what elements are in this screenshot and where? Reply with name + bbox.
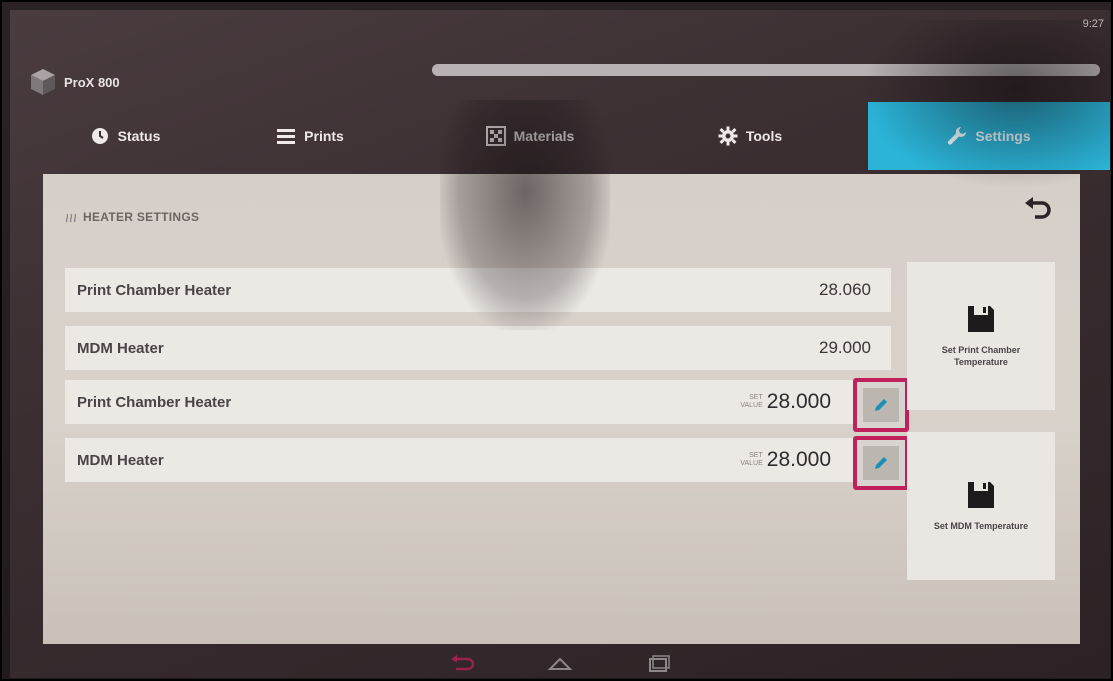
tab-settings[interactable]: Settings [868, 102, 1110, 170]
list-icon [277, 129, 296, 144]
setpoint-value-group: SET VALUE 28.000 [740, 448, 831, 472]
tab-label: Materials [513, 128, 575, 144]
system-status-bar: 9:27 [1083, 18, 1104, 30]
pencil-icon [875, 399, 887, 411]
wrench-icon [948, 126, 967, 145]
tab-materials[interactable]: Materials [430, 102, 630, 170]
screen: 9:27 ProX 800 Status Prints Materials To… [10, 10, 1110, 678]
tab-bar: Status Prints Materials Tools Settings [10, 102, 1110, 170]
materials-icon [485, 126, 506, 146]
edit-button-face [863, 446, 899, 480]
back-icon [451, 655, 475, 671]
tab-label: Status [117, 128, 161, 144]
tab-tools[interactable]: Tools [660, 102, 840, 170]
setpoint-label: Print Chamber Heater [77, 393, 232, 411]
tab-label: Tools [745, 128, 783, 144]
tab-label: Settings [975, 128, 1031, 144]
caption-value: VALUE [740, 402, 763, 409]
heater-icon [65, 213, 77, 223]
setpoint-row: Print Chamber Heater SET VALUE 28.000 [65, 378, 909, 432]
edit-button-face [863, 388, 899, 422]
set-mdm-temperature-button[interactable]: Set MDM Temperature [907, 432, 1055, 580]
setpoint-value: 28.000 [766, 448, 831, 471]
gear-icon [718, 126, 738, 146]
setpoint-row: MDM Heater SET VALUE 28.000 [65, 436, 909, 490]
setpoint-value-group: SET VALUE 28.000 [740, 390, 831, 414]
setpoint-value: 28.000 [766, 390, 831, 413]
panel-title: HEATER SETTINGS [83, 210, 200, 224]
save-icon [968, 482, 994, 508]
reading-label: Print Chamber Heater [77, 281, 232, 299]
nav-home-button[interactable] [546, 653, 574, 673]
save-icon [968, 306, 994, 332]
tab-label: Prints [304, 128, 344, 144]
back-arrow-icon [1025, 197, 1051, 219]
action-label: Set Print Chamber Temperature [941, 345, 1021, 367]
reading-row: Print Chamber Heater 28.060 [65, 268, 891, 312]
tab-prints[interactable]: Prints [225, 102, 395, 170]
reading-value: 28.060 [819, 280, 871, 299]
app-header: ProX 800 [30, 68, 120, 96]
caption-set: SET [749, 452, 763, 459]
tab-status[interactable]: Status [40, 102, 210, 170]
app-title: ProX 800 [64, 74, 120, 90]
progress-bar [432, 64, 1100, 76]
android-nav-bar [10, 648, 1110, 678]
recents-icon [649, 655, 670, 672]
home-icon [547, 657, 573, 670]
setpoint-label: MDM Heater [77, 451, 164, 469]
status-time: 9:27 [1082, 18, 1104, 30]
progress-fill [432, 64, 1100, 76]
action-label: Set MDM Temperature [933, 521, 1029, 531]
reading-row: MDM Heater 29.000 [65, 326, 891, 370]
clock-icon [91, 128, 108, 144]
nav-recents-button[interactable] [644, 653, 672, 673]
reading-label: MDM Heater [77, 339, 164, 357]
set-value-caption: SET VALUE [740, 394, 762, 410]
printer-logo-icon [30, 68, 56, 96]
pencil-icon [875, 457, 887, 469]
panel-header: HEATER SETTINGS [65, 210, 199, 224]
caption-set: SET [749, 394, 763, 401]
caption-value: VALUE [740, 460, 763, 467]
set-print-chamber-temperature-button[interactable]: Set Print Chamber Temperature [907, 262, 1055, 410]
nav-back-button[interactable] [448, 653, 476, 673]
edit-print-chamber-button[interactable] [853, 378, 909, 432]
set-value-caption: SET VALUE [740, 452, 762, 468]
tablet-frame: 9:27 ProX 800 Status Prints Materials To… [0, 0, 1113, 681]
heater-settings-panel: HEATER SETTINGS Print Chamber Heater 28.… [43, 174, 1080, 644]
back-button[interactable] [1022, 196, 1054, 226]
edit-mdm-button[interactable] [853, 436, 909, 490]
reading-value: 29.000 [819, 338, 871, 357]
